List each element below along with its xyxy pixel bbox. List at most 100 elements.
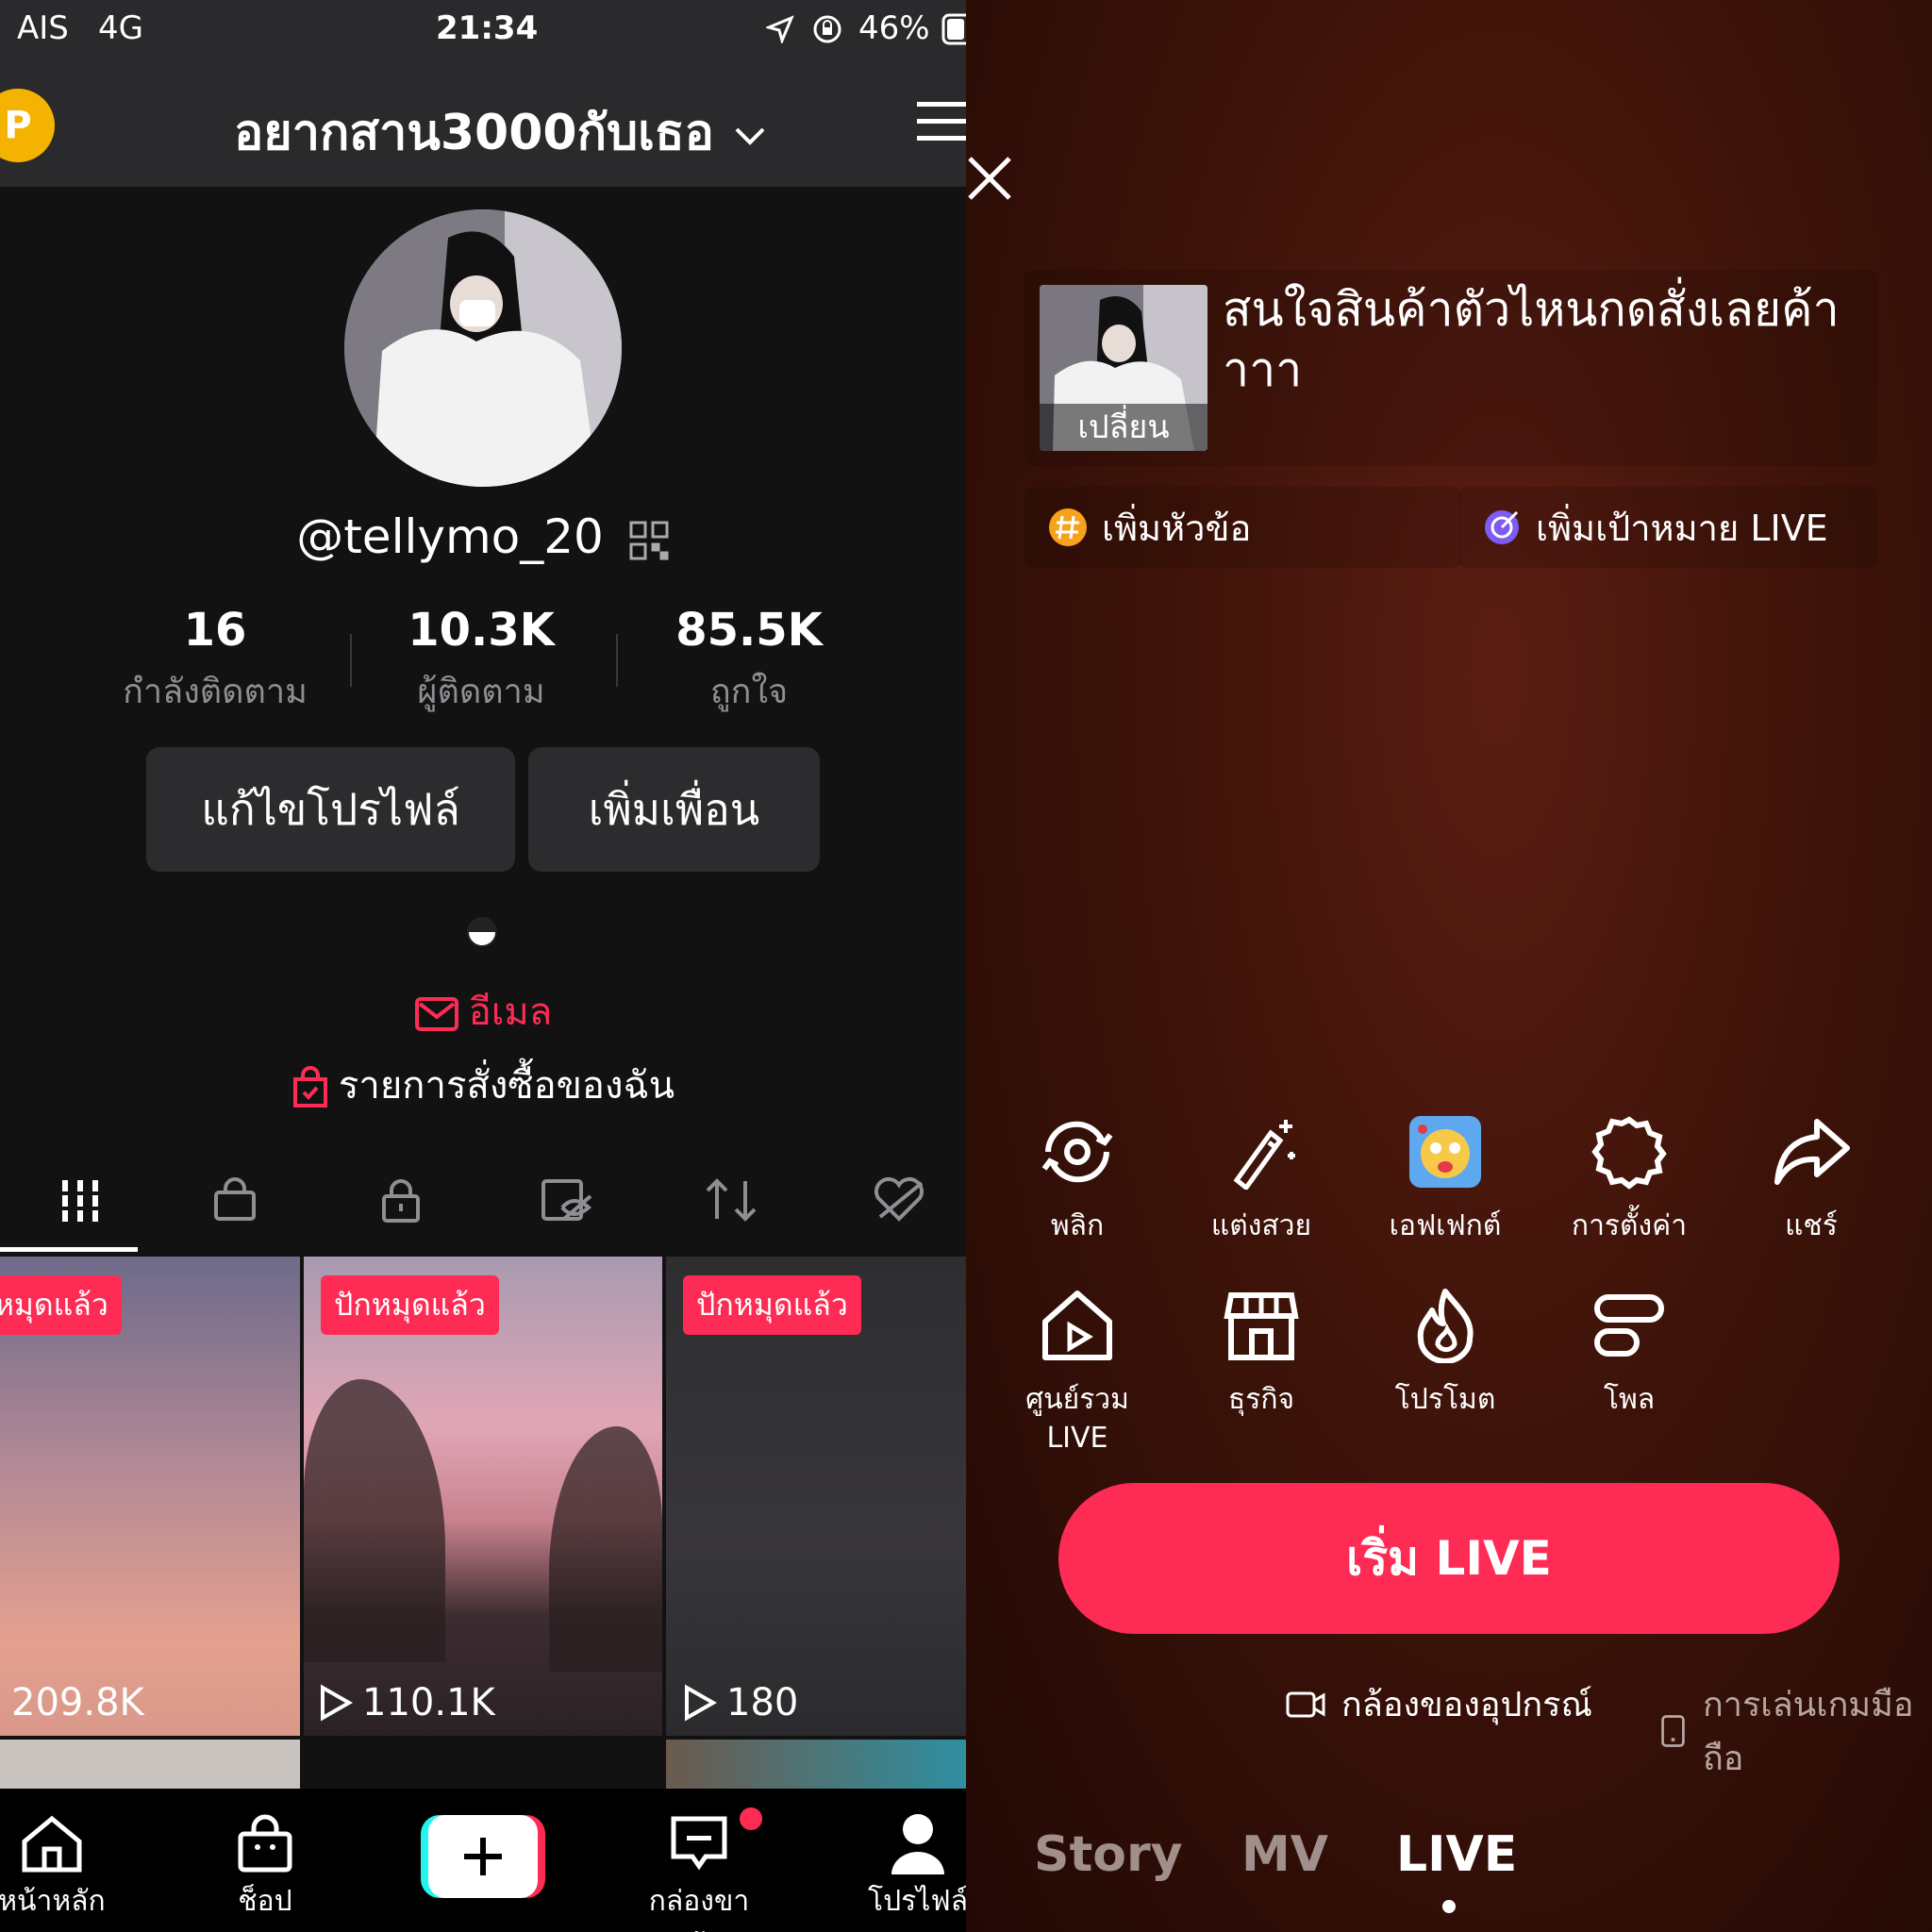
- nav-profile[interactable]: โปรไฟล์: [847, 1807, 966, 1924]
- poll-icon: [1549, 1283, 1709, 1368]
- tool-promote[interactable]: โปรโมต: [1365, 1283, 1525, 1422]
- tool-business[interactable]: ธุรกิจ: [1181, 1283, 1341, 1422]
- stat-label: ถูกใจ: [709, 673, 789, 711]
- close-icon[interactable]: [966, 155, 1013, 202]
- phone-icon: [1661, 1715, 1685, 1747]
- tool-live-center[interactable]: ศูนย์รวม LIVE: [997, 1283, 1158, 1455]
- tool-label: ศูนย์รวม LIVE: [1025, 1383, 1129, 1455]
- view-count: 209.8K: [11, 1681, 144, 1724]
- gaming-source-label: การเล่นเกมมือถือ: [1702, 1686, 1914, 1778]
- nav-label: กล่องขาเข้า: [648, 1885, 750, 1932]
- qr-code-icon[interactable]: [628, 520, 670, 561]
- repost-icon: [706, 1178, 757, 1222]
- target-icon: [1485, 510, 1519, 544]
- share-arrow-icon: [1731, 1109, 1891, 1194]
- network-type: 4G: [98, 9, 143, 47]
- profile-header: P อยากสาน3000กับเธอ: [0, 60, 966, 187]
- account-switcher[interactable]: อยากสาน3000กับเธอ: [234, 92, 769, 171]
- my-orders-link[interactable]: รายการสั่งซื้อของฉัน: [0, 1055, 966, 1115]
- hashtag-icon: [1049, 508, 1087, 546]
- tool-label: โปรโมต: [1394, 1383, 1496, 1416]
- add-topic-button[interactable]: เพิ่มหัวข้อ: [1024, 487, 1460, 568]
- create-button[interactable]: [421, 1815, 545, 1898]
- profile-tabs: [0, 1151, 966, 1253]
- source-device-camera[interactable]: กล้องของอุปกรณ์: [1285, 1677, 1592, 1731]
- orders-label: รายการสั่งซื้อของฉัน: [338, 1064, 675, 1108]
- tab-shop[interactable]: [155, 1151, 315, 1249]
- coin-icon[interactable]: P: [0, 89, 55, 162]
- tool-label: การตั้งค่า: [1571, 1209, 1688, 1242]
- camera-icon: [1286, 1691, 1325, 1717]
- tool-poll[interactable]: โพล: [1549, 1283, 1709, 1422]
- menu-icon[interactable]: [915, 98, 966, 145]
- tree-silhouette: [304, 1379, 445, 1662]
- active-mode-dot: [1442, 1900, 1456, 1913]
- tool-beauty[interactable]: แต่งสวย: [1181, 1109, 1341, 1248]
- pinned-badge: ปักหมุดแล้ว: [683, 1275, 861, 1335]
- tool-share[interactable]: แชร์: [1731, 1109, 1891, 1248]
- email-link[interactable]: อีเมล: [0, 981, 966, 1041]
- email-label: อีเมล: [468, 991, 553, 1034]
- video-thumbnail[interactable]: ปักหมุดแล้ว 209.8K: [0, 1257, 300, 1736]
- chevron-down-icon: [731, 122, 769, 150]
- stat-label: กำลังติดตาม: [123, 673, 308, 711]
- person-icon: [847, 1807, 966, 1879]
- active-tab-indicator: [0, 1247, 138, 1252]
- lock-icon: [382, 1179, 420, 1223]
- tool-label: พลิก: [1050, 1209, 1105, 1242]
- status-bar: AIS 4G 21:34 46%: [0, 0, 966, 60]
- nav-label: โปรไฟล์: [868, 1885, 966, 1918]
- clock: 21:34: [436, 9, 539, 47]
- stat-value: 85.5K: [675, 604, 823, 657]
- add-topic-label: เพิ่มหัวข้อ: [1102, 507, 1252, 549]
- flame-icon: [1365, 1283, 1525, 1368]
- live-house-icon: [997, 1283, 1158, 1368]
- tool-flip[interactable]: พลิก: [997, 1109, 1158, 1248]
- nav-shop[interactable]: ช็อป: [194, 1807, 336, 1924]
- nav-label: ช็อป: [238, 1885, 292, 1918]
- mode-mv[interactable]: MV: [1241, 1826, 1328, 1883]
- tool-effects[interactable]: เอฟเฟกต์: [1365, 1109, 1525, 1248]
- add-friend-button[interactable]: เพิ่มเพื่อน: [528, 747, 820, 872]
- location-icon: [766, 15, 794, 43]
- magic-wand-icon: [1181, 1109, 1341, 1194]
- effects-icon: [1365, 1109, 1525, 1194]
- video-thumbnail[interactable]: [0, 1740, 300, 1789]
- live-setup-screen: เปลี่ยน สนใจสินค้าตัวไหนกดสั่งเลยค้าาาา …: [966, 0, 1932, 1932]
- source-mobile-gaming[interactable]: การเล่นเกมมือถือ: [1658, 1677, 1932, 1785]
- tool-label: แชร์: [1785, 1209, 1838, 1242]
- pinned-badge: ปักหมุดแล้ว: [0, 1275, 122, 1335]
- tab-liked[interactable]: [819, 1151, 966, 1249]
- play-icon: [321, 1684, 353, 1722]
- rotation-lock-icon: [811, 13, 843, 45]
- video-thumbnail[interactable]: ปักหมุดแล้ว 180: [666, 1257, 966, 1736]
- battery-percent: 46%: [858, 9, 930, 47]
- video-thumbnail[interactable]: ปักหมุดแล้ว 110.1K: [304, 1257, 662, 1736]
- add-goal-label: เพิ่มเป้าหมาย LIVE: [1536, 507, 1828, 549]
- edit-profile-button[interactable]: แก้ไขโปรไฟล์: [146, 747, 515, 872]
- carrier: AIS: [17, 9, 69, 47]
- tab-videos[interactable]: [0, 1151, 160, 1249]
- notification-dot: [740, 1807, 762, 1830]
- tab-hidden[interactable]: [487, 1151, 647, 1249]
- plus-icon: [428, 1815, 538, 1898]
- video-thumbnail[interactable]: [666, 1740, 966, 1789]
- bio-icon: [465, 915, 499, 949]
- add-live-goal-button[interactable]: เพิ่มเป้าหมาย LIVE: [1458, 487, 1877, 568]
- profile-avatar[interactable]: [344, 209, 622, 487]
- tool-settings[interactable]: การตั้งค่า: [1549, 1109, 1709, 1248]
- start-live-button[interactable]: เริ่ม LIVE: [1058, 1483, 1840, 1634]
- live-title[interactable]: สนใจสินค้าตัวไหนกดสั่งเลยค้าาาา: [1223, 279, 1883, 400]
- stat-label: ผู้ติดตาม: [417, 673, 545, 711]
- mode-story[interactable]: Story: [1034, 1826, 1183, 1883]
- shop-bag-icon: [214, 1177, 256, 1221]
- stat-value: 10.3K: [408, 604, 555, 657]
- mode-live[interactable]: LIVE: [1396, 1826, 1517, 1883]
- play-icon: [685, 1684, 717, 1722]
- nav-home[interactable]: หน้าหลัก: [0, 1807, 123, 1924]
- gear-icon: [1549, 1109, 1709, 1194]
- live-cover[interactable]: เปลี่ยน: [1040, 285, 1208, 451]
- bottom-nav: หน้าหลัก ช็อป กล่องขาเข้า โปรไฟล์: [0, 1789, 966, 1932]
- tab-private[interactable]: [321, 1151, 481, 1249]
- tab-reposts[interactable]: [651, 1151, 811, 1249]
